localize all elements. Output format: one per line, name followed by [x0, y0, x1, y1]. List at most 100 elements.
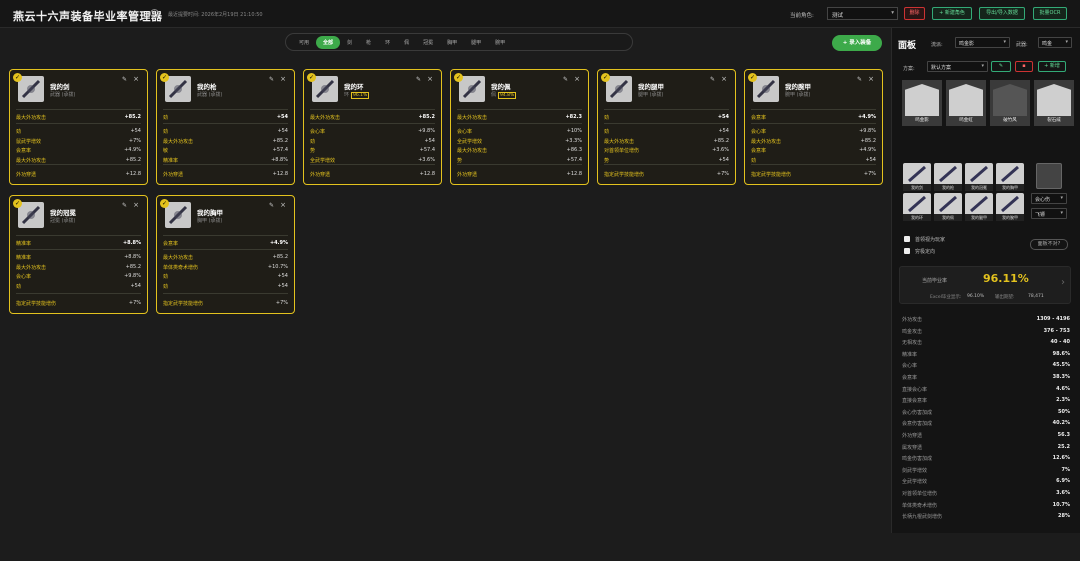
tab-5[interactable]: 佩: [397, 36, 416, 49]
school-option[interactable]: 裂石威: [1034, 80, 1074, 126]
option-select-1[interactable]: 会心伤: [1031, 193, 1067, 204]
edit-icon[interactable]: ✎: [122, 76, 127, 83]
option-select-2[interactable]: 飞镖: [1031, 208, 1067, 219]
close-icon[interactable]: ×: [721, 75, 727, 83]
sub-stat-name: 最大外功攻击: [457, 148, 488, 154]
school-name: 破竹风: [1003, 118, 1017, 123]
close-icon[interactable]: ×: [133, 75, 139, 83]
school-emblem-icon: [993, 84, 1027, 116]
close-icon[interactable]: ×: [133, 201, 139, 209]
sub-stat-value: +10.7%: [267, 263, 288, 270]
grad-rate-summary[interactable]: 当前毕业率 96.11% Excel毕业显示: 96.10% 输出期望: 78,…: [899, 266, 1071, 304]
excel-value: 96.10%: [967, 294, 985, 299]
batch-ocr-button[interactable]: 批量OCR: [1033, 7, 1067, 20]
check-icon[interactable]: ✓: [160, 199, 169, 208]
stat-name: 属攻穿透: [902, 444, 923, 451]
equipment-card[interactable]: ✓ 我的冠冕 冠冕 (承拨) ✎ × 精准率 +8.8% 精准率 +8.8% 最大外功攻击 +85.…: [9, 195, 148, 314]
edit-icon[interactable]: ✎: [416, 76, 421, 83]
equipment-slot[interactable]: 我的冠冕: [965, 163, 993, 191]
delete-plan-icon[interactable]: ▪: [1015, 61, 1033, 72]
stat-row: 外功攻击 1309 - 4196: [902, 316, 1070, 328]
school-option[interactable]: 鸣金影: [902, 80, 942, 126]
edit-icon[interactable]: ✎: [269, 202, 274, 209]
stat-name: 鸣金伤害加成: [902, 456, 933, 463]
edit-icon[interactable]: ✎: [122, 202, 127, 209]
divider: [457, 164, 582, 165]
add-equipment-button[interactable]: + 录入装备: [832, 35, 882, 51]
equipment-slot[interactable]: 我的胸甲: [996, 163, 1024, 191]
equipment-slot[interactable]: 我的枪: [934, 163, 962, 191]
close-icon[interactable]: ×: [574, 75, 580, 83]
sub-stat-value: +9.8%: [124, 273, 141, 279]
stat-value: 10.7%: [1052, 501, 1070, 508]
equipment-slot[interactable]: 我的腿甲: [965, 193, 993, 221]
checkbox-direction[interactable]: [904, 248, 910, 254]
sub-stat-name: 会意率: [751, 148, 767, 154]
equipment-card[interactable]: ✓ 我的环环 96.1% ✎ × 最大外功攻击 +85.2 会心率 +9.8% 劲 +54 势 +57.…: [303, 69, 442, 185]
tab-4[interactable]: 环: [378, 36, 397, 49]
close-icon[interactable]: ×: [868, 75, 874, 83]
equipment-card[interactable]: ✓ 我的腿甲 腿甲 (承拨) ✎ × 劲 +54 劲 +54 最大外功攻击 +85.2 对首领单位增伤…: [597, 69, 736, 185]
edit-icon[interactable]: ✎: [563, 76, 568, 83]
stat-row: 长柄九棍武剑增伤 28%: [902, 513, 1070, 525]
delete-role-button[interactable]: 删除: [904, 7, 925, 20]
school-select[interactable]: 鸣金影: [955, 37, 1010, 48]
tab-3[interactable]: 枪: [359, 36, 378, 49]
check-icon[interactable]: ✓: [13, 199, 22, 208]
sub-stat-row: 精准率 +8.8%: [16, 254, 141, 264]
tab-0[interactable]: 可用: [292, 36, 316, 49]
info-icon[interactable]: i: [150, 9, 159, 18]
new-role-button[interactable]: + 新建角色: [932, 7, 972, 20]
plan-select[interactable]: 默认方案: [927, 61, 988, 72]
close-icon[interactable]: ×: [280, 75, 286, 83]
equipment-slot[interactable]: 我的剑: [903, 163, 931, 191]
check-icon[interactable]: ✓: [454, 73, 463, 82]
equipment-slot[interactable]: 我的环: [903, 193, 931, 221]
weapon-select[interactable]: 鸣金: [1038, 37, 1072, 48]
panel-issue-button[interactable]: 面板不对?: [1030, 239, 1068, 250]
check-icon[interactable]: ✓: [748, 73, 757, 82]
new-plan-button[interactable]: + 新增: [1038, 61, 1066, 72]
equipment-slot[interactable]: 我的佩: [934, 193, 962, 221]
export-import-button[interactable]: 导出/导入数据: [979, 7, 1025, 20]
close-icon[interactable]: ×: [427, 75, 433, 83]
tab-1[interactable]: 全部: [316, 35, 341, 49]
divider: [163, 249, 288, 250]
edit-plan-icon[interactable]: ✎: [991, 61, 1011, 72]
checkbox-boss-as-player[interactable]: [904, 236, 910, 242]
footer-stat: 外功穿透 +12.8: [163, 171, 288, 178]
tab-7[interactable]: 胸甲: [440, 36, 464, 49]
equipment-card[interactable]: ✓ 我的腕甲 腕甲 (承拨) ✎ × 会意率 +4.9% 会心率 +9.8% 最大外功攻击 +85.…: [744, 69, 883, 185]
check-icon[interactable]: ✓: [307, 73, 316, 82]
edit-icon[interactable]: ✎: [269, 76, 274, 83]
stat-name: 外功攻击: [902, 317, 923, 323]
stat-row: 直接会心率 4.6%: [902, 386, 1070, 398]
role-select[interactable]: 测试: [827, 7, 898, 20]
tab-2[interactable]: 剑: [340, 36, 359, 49]
edit-icon[interactable]: ✎: [710, 76, 715, 83]
footer-stat-name: 指定武学技能增伤: [751, 172, 792, 178]
equipment-card[interactable]: ✓ 我的枪 武器 (承拨) ✎ × 劲 +54 劲 +54 最大外功攻击 +85.2 敏 +57.4 精准…: [156, 69, 295, 185]
divider: [163, 293, 288, 294]
equipment-card[interactable]: ✓ 我的佩佩 94.8% ✎ × 最大外功攻击 +82.3 会心率 +10% 全武学增效 +3.3%…: [450, 69, 589, 185]
main-stat: 会意率 +4.9%: [163, 240, 288, 247]
school-option[interactable]: 鸣金虹: [946, 80, 986, 126]
empty-slot[interactable]: [1036, 163, 1062, 189]
edit-icon[interactable]: ✎: [857, 76, 862, 83]
stat-name: 会意伤害加成: [902, 421, 933, 428]
check-icon[interactable]: ✓: [601, 73, 610, 82]
check-icon[interactable]: ✓: [13, 73, 22, 82]
tab-8[interactable]: 腿甲: [464, 36, 488, 49]
stat-value: 376 - 753: [1043, 327, 1070, 334]
expect-label: 输出期望:: [995, 295, 1015, 300]
equipment-card[interactable]: ✓ 我的胸甲 胸甲 (承拨) ✎ × 会意率 +4.9% 最大外功攻击 +85.2 单体类奇术增伤…: [156, 195, 295, 314]
tab-6[interactable]: 冠冕: [416, 36, 440, 49]
sub-stat-value: +85.2: [272, 254, 288, 260]
check-icon[interactable]: ✓: [160, 73, 169, 82]
sub-stat-row: 鼠武学增效 +7%: [16, 138, 141, 148]
school-option[interactable]: 破竹风: [990, 80, 1030, 126]
close-icon[interactable]: ×: [280, 201, 286, 209]
tab-9[interactable]: 腕甲: [488, 36, 512, 49]
equipment-slot[interactable]: 我的腕甲: [996, 193, 1024, 221]
equipment-card[interactable]: ✓ 我的剑 武器 (承拨) ✎ × 最大外功攻击 +85.2 劲 +54 鼠武学增效 +7% 会意率 +…: [9, 69, 148, 185]
